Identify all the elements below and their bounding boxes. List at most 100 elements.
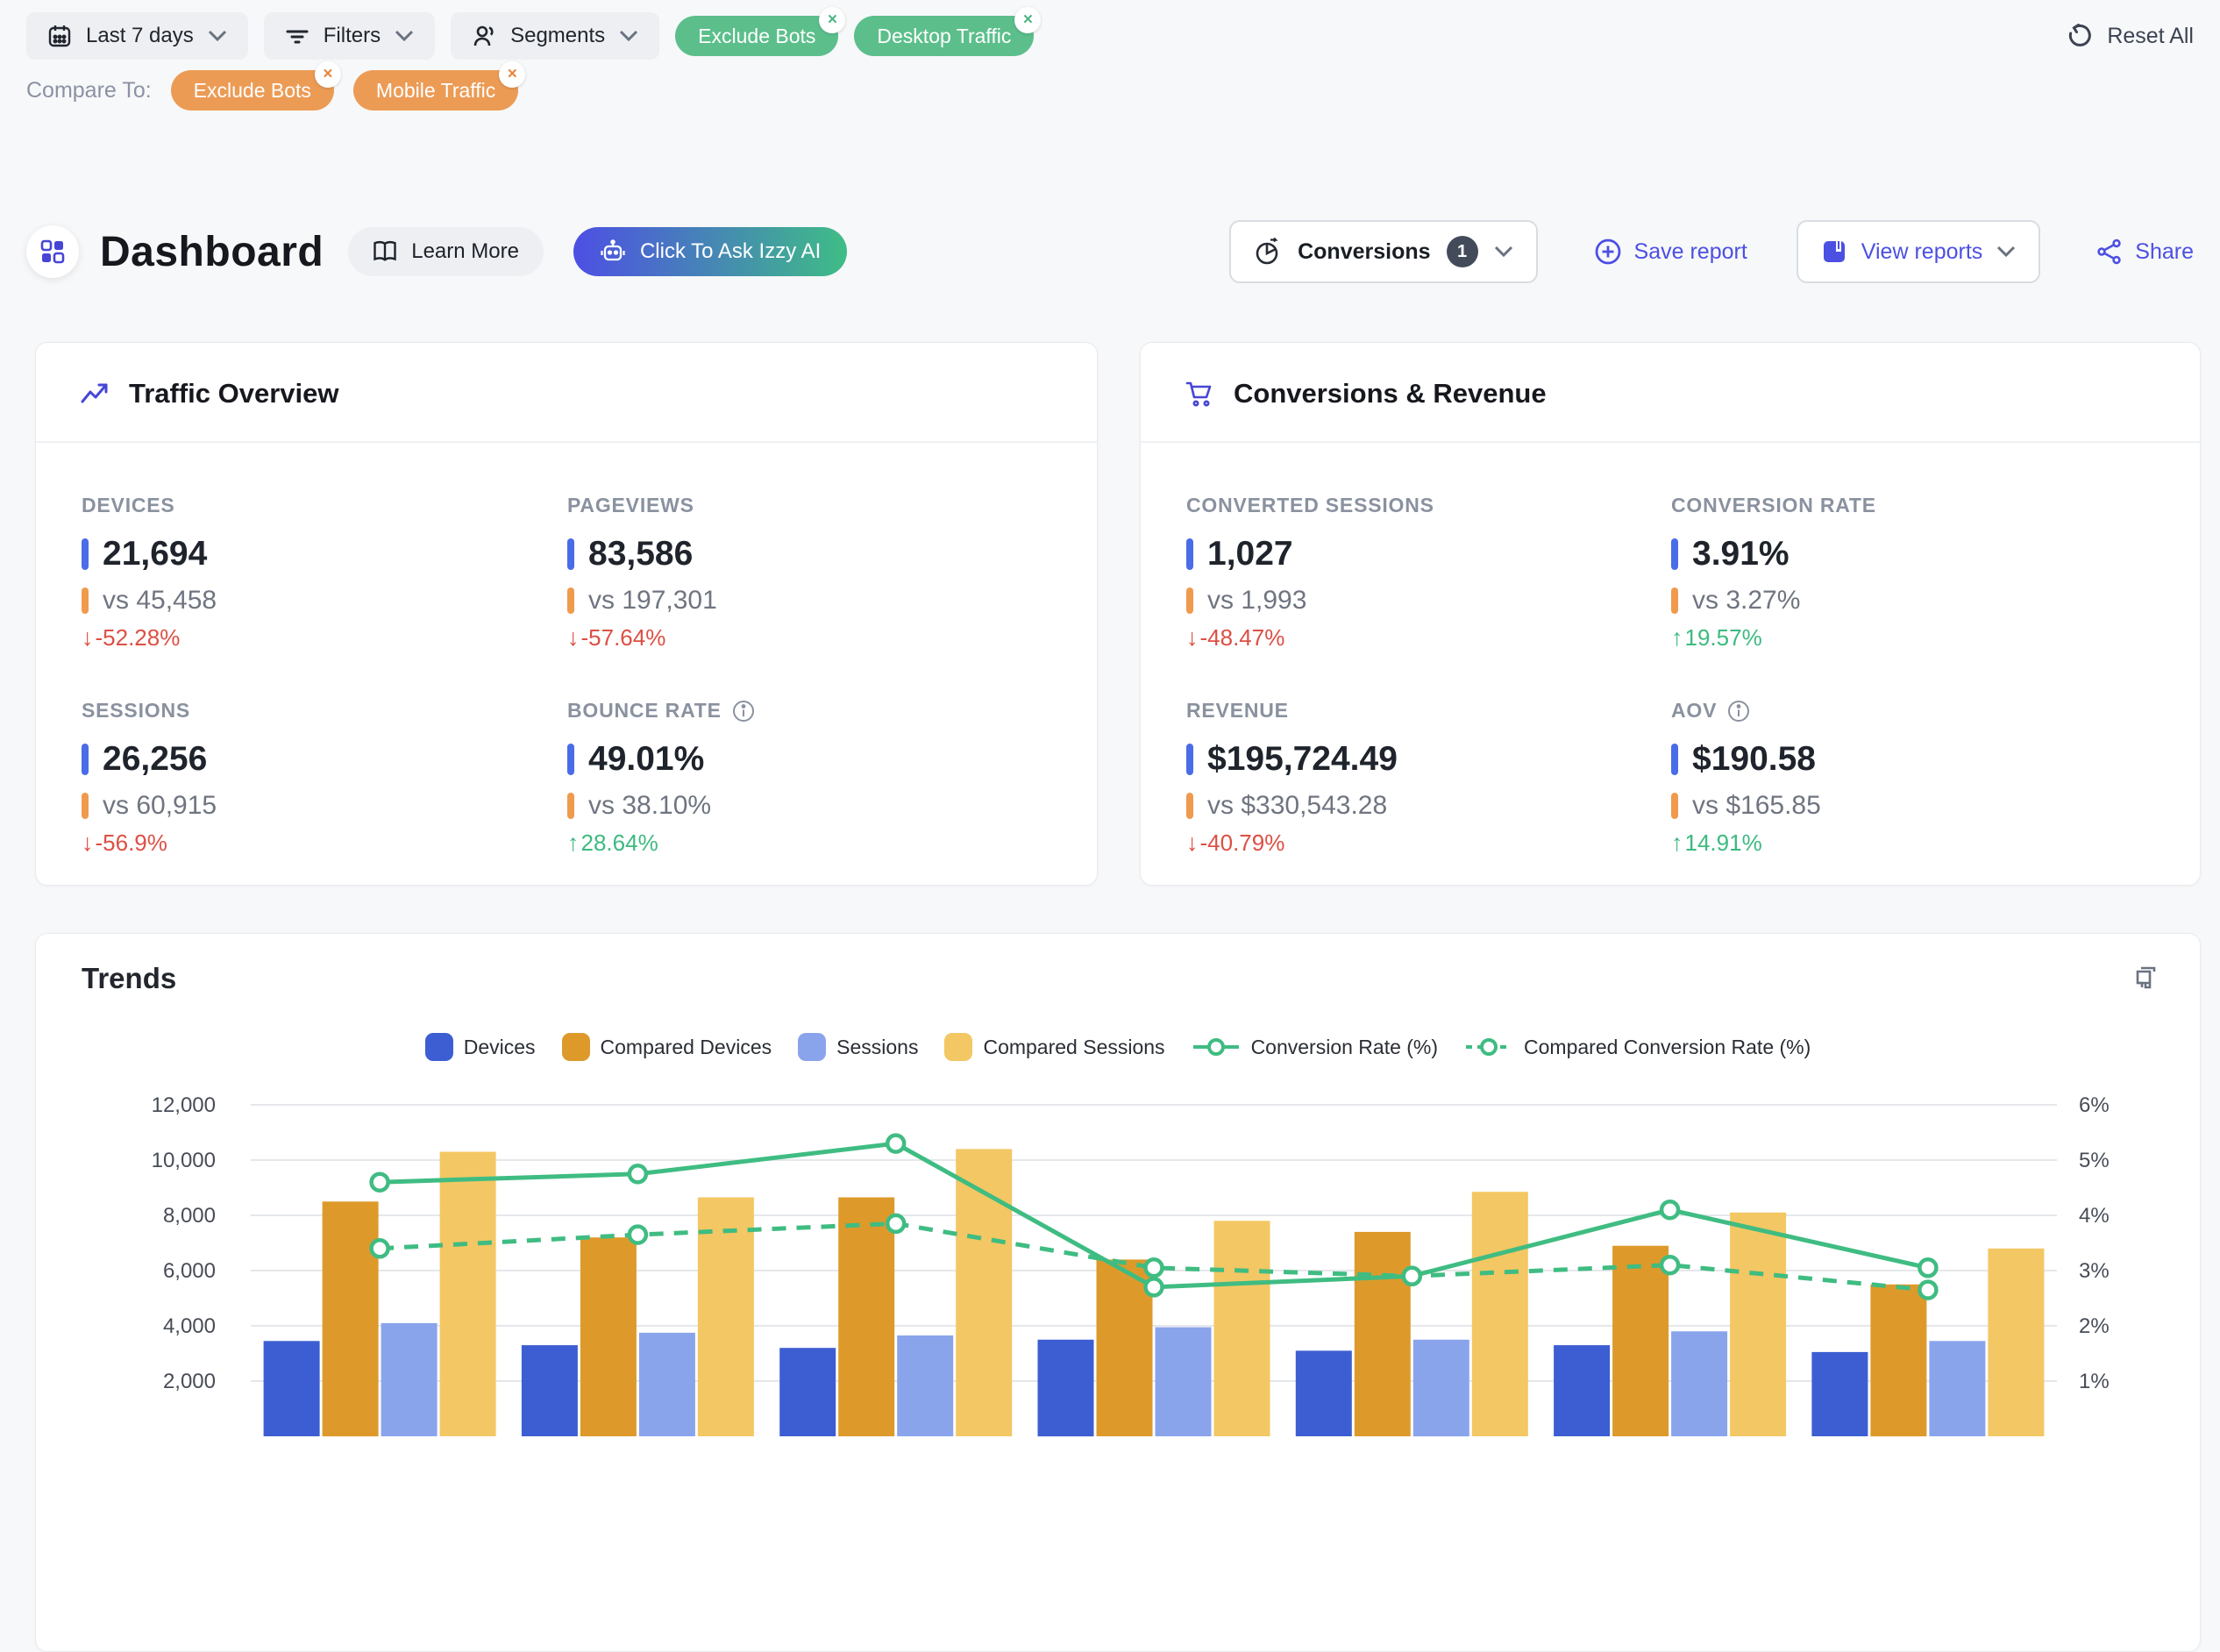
compare-tag-mobile-traffic[interactable]: Mobile Traffic × bbox=[353, 70, 518, 110]
line-marker[interactable] bbox=[1146, 1278, 1163, 1295]
right-axis-tick: 5% bbox=[2079, 1149, 2110, 1172]
metric-value: 49.01% bbox=[588, 740, 704, 779]
legend-label: Compared Devices bbox=[601, 1036, 772, 1059]
legend-item[interactable]: Sessions bbox=[798, 1033, 918, 1061]
copy-icon[interactable] bbox=[2133, 962, 2161, 996]
reset-all-label: Reset All bbox=[2107, 24, 2194, 49]
bar-compared-sessions[interactable] bbox=[1214, 1221, 1270, 1436]
line-marker[interactable] bbox=[630, 1227, 646, 1243]
bar-sessions[interactable] bbox=[639, 1333, 695, 1436]
legend-item[interactable]: Conversion Rate (%) bbox=[1192, 1034, 1438, 1060]
vs-tick bbox=[567, 587, 574, 614]
bar-devices[interactable] bbox=[1811, 1352, 1868, 1436]
line-marker[interactable] bbox=[1146, 1259, 1163, 1276]
info-icon[interactable] bbox=[732, 700, 755, 723]
metric-label: CONVERSION RATE bbox=[1671, 494, 1876, 517]
close-icon[interactable]: × bbox=[1014, 7, 1041, 33]
conversions-dropdown[interactable]: Conversions 1 bbox=[1229, 220, 1537, 283]
metric-revenue: REVENUE $195,724.49 vs $330,543.28 ↓-40.… bbox=[1186, 699, 1671, 857]
view-reports-button[interactable]: View reports bbox=[1797, 220, 2041, 283]
metric-label: REVENUE bbox=[1186, 699, 1289, 723]
line-marker[interactable] bbox=[1661, 1201, 1678, 1218]
bar-sessions[interactable] bbox=[1156, 1328, 1212, 1436]
line-marker[interactable] bbox=[1919, 1259, 1936, 1276]
compare-tag-label: Exclude Bots bbox=[194, 79, 311, 103]
bar-sessions[interactable] bbox=[897, 1335, 953, 1436]
metric-value: $195,724.49 bbox=[1207, 740, 1398, 779]
users-icon bbox=[472, 24, 496, 48]
legend-label: Conversion Rate (%) bbox=[1251, 1036, 1438, 1059]
legend-line-swatch bbox=[1192, 1034, 1241, 1060]
legend-swatch bbox=[944, 1033, 972, 1061]
bar-compared-sessions[interactable] bbox=[1988, 1249, 2044, 1436]
line-marker[interactable] bbox=[372, 1240, 388, 1257]
bar-sessions[interactable] bbox=[1929, 1341, 1985, 1436]
bar-devices[interactable] bbox=[1038, 1340, 1094, 1436]
value-tick bbox=[82, 744, 89, 775]
line-marker[interactable] bbox=[1404, 1268, 1420, 1285]
compare-tag-exclude-bots[interactable]: Exclude Bots × bbox=[171, 70, 334, 110]
close-icon[interactable]: × bbox=[315, 61, 341, 88]
legend-item[interactable]: Compared Devices bbox=[562, 1033, 772, 1061]
delta-arrow-icon: ↑ bbox=[1671, 624, 1683, 652]
bar-compared-devices[interactable] bbox=[1870, 1285, 1926, 1436]
metric-vs: vs 38.10% bbox=[588, 791, 711, 821]
bar-sessions[interactable] bbox=[1413, 1340, 1469, 1436]
left-axis-tick: 4,000 bbox=[163, 1314, 216, 1338]
chevron-down-icon bbox=[1996, 246, 2016, 258]
bar-compared-devices[interactable] bbox=[1612, 1246, 1669, 1436]
metric-delta: ↓-56.9% bbox=[82, 830, 567, 857]
line-marker[interactable] bbox=[1661, 1257, 1678, 1273]
info-icon[interactable] bbox=[1727, 700, 1750, 723]
filters-button[interactable]: Filters bbox=[264, 12, 435, 60]
segment-tag-exclude-bots[interactable]: Exclude Bots × bbox=[675, 16, 838, 56]
bar-compared-sessions[interactable] bbox=[1472, 1192, 1528, 1436]
close-icon[interactable]: × bbox=[499, 61, 525, 88]
bar-compared-devices[interactable] bbox=[1355, 1232, 1411, 1436]
delta-arrow-icon: ↓ bbox=[82, 830, 94, 857]
bar-compared-devices[interactable] bbox=[323, 1201, 379, 1436]
line-marker[interactable] bbox=[372, 1174, 388, 1191]
bar-compared-sessions[interactable] bbox=[440, 1152, 496, 1436]
ask-izzy-ai-button[interactable]: Click To Ask Izzy AI bbox=[573, 227, 847, 276]
close-icon[interactable]: × bbox=[819, 7, 845, 33]
reset-all-button[interactable]: Reset All bbox=[2067, 23, 2194, 49]
bar-devices[interactable] bbox=[1554, 1345, 1610, 1436]
legend-item[interactable]: Devices bbox=[425, 1033, 536, 1061]
save-report-button[interactable]: Save report bbox=[1594, 238, 1747, 266]
vs-tick bbox=[1671, 793, 1678, 819]
metric-delta: ↑28.64% bbox=[567, 830, 1053, 857]
book-icon bbox=[373, 240, 397, 263]
bar-devices[interactable] bbox=[1296, 1350, 1352, 1436]
legend-item[interactable]: Compared Sessions bbox=[944, 1033, 1164, 1061]
share-button[interactable]: Share bbox=[2096, 239, 2194, 265]
bar-compared-sessions[interactable] bbox=[1730, 1213, 1786, 1436]
dashboard-grid-icon[interactable] bbox=[26, 225, 79, 278]
vs-tick bbox=[1671, 587, 1678, 614]
bar-sessions[interactable] bbox=[1671, 1331, 1727, 1436]
bar-compared-devices[interactable] bbox=[838, 1198, 894, 1437]
traffic-metrics: DEVICES 21,694 vs 45,458 ↓-52.28% PAGEVI… bbox=[36, 443, 1097, 892]
bar-devices[interactable] bbox=[779, 1348, 836, 1436]
date-range-button[interactable]: Last 7 days bbox=[26, 12, 248, 60]
trends-chart[interactable]: 12,0006%10,0005%8,0004%6,0003%4,0002%2,0… bbox=[36, 1068, 2202, 1559]
line-marker[interactable] bbox=[887, 1215, 904, 1232]
bar-devices[interactable] bbox=[522, 1345, 578, 1436]
bar-sessions[interactable] bbox=[381, 1323, 438, 1436]
traffic-overview-card: Traffic Overview DEVICES 21,694 vs 45,45… bbox=[35, 342, 1098, 886]
line-marker[interactable] bbox=[1919, 1282, 1936, 1299]
segments-button[interactable]: Segments bbox=[451, 12, 659, 60]
vs-tick bbox=[82, 793, 89, 819]
legend-item[interactable]: Compared Conversion Rate (%) bbox=[1464, 1034, 1811, 1060]
bar-devices[interactable] bbox=[264, 1341, 320, 1436]
metric-delta: ↑19.57% bbox=[1671, 624, 2156, 652]
segment-tag-desktop-traffic[interactable]: Desktop Traffic × bbox=[854, 16, 1034, 56]
metric-vs: vs 1,993 bbox=[1207, 586, 1306, 616]
bar-compared-devices[interactable] bbox=[580, 1237, 637, 1436]
value-tick bbox=[567, 744, 574, 775]
line-marker[interactable] bbox=[630, 1165, 646, 1182]
conversions-revenue-card: Conversions & Revenue CONVERTED SESSIONS… bbox=[1140, 342, 2201, 886]
robot-icon bbox=[600, 239, 626, 264]
line-marker[interactable] bbox=[887, 1136, 904, 1152]
learn-more-button[interactable]: Learn More bbox=[348, 227, 544, 276]
